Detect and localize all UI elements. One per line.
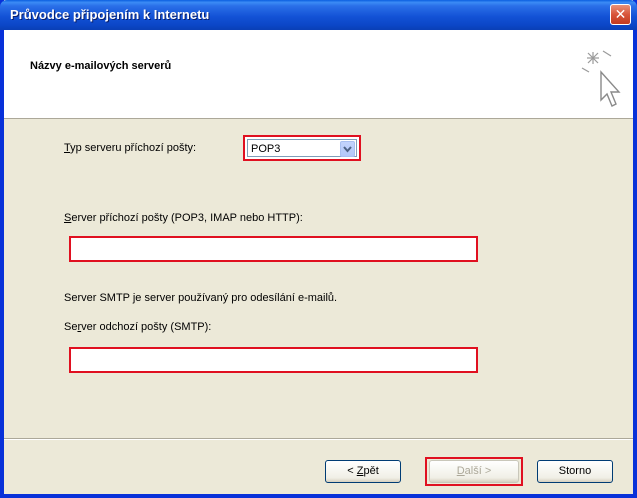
- chevron-down-icon[interactable]: [340, 141, 355, 157]
- wizard-window: Průvodce připojením k Internetu ✕ Názvy …: [0, 0, 637, 498]
- cursor-sparkle-icon: [581, 50, 621, 107]
- outgoing-label-text: ver odchozí pošty (SMTP):: [81, 321, 212, 333]
- title-bar[interactable]: Průvodce připojením k Internetu ✕: [0, 0, 637, 30]
- incoming-label-text: erver příchozí pošty (POP3, IMAP nebo HT…: [71, 212, 303, 224]
- chevron-down-glyph: [343, 146, 352, 153]
- footer-divider: [4, 438, 633, 440]
- next-label-accel: D: [456, 465, 465, 477]
- next-label-text: alší >: [464, 465, 492, 477]
- close-button[interactable]: ✕: [610, 4, 631, 25]
- outgoing-label-pre: Se: [64, 321, 78, 333]
- smtp-info-text: Server SMTP je server používaný pro odes…: [64, 292, 338, 304]
- server-type-label-text: yp serveru příchozí pošty:: [70, 142, 197, 154]
- incoming-server-label: Server příchozí pošty (POP3, IMAP nebo H…: [64, 212, 303, 224]
- outgoing-server-label: Server odchozí pošty (SMTP):: [64, 321, 211, 333]
- incoming-server-input[interactable]: [69, 236, 478, 262]
- wizard-header: Názvy e-mailových serverů: [4, 30, 633, 119]
- server-type-select-box: POP3: [247, 139, 357, 157]
- back-button[interactable]: < Zpět: [325, 460, 401, 483]
- server-type-value: POP3: [251, 143, 281, 155]
- cancel-button[interactable]: Storno: [537, 460, 613, 483]
- outgoing-server-input[interactable]: [69, 347, 478, 373]
- back-label-text: pět: [363, 465, 379, 477]
- server-type-select[interactable]: POP3: [243, 135, 361, 161]
- server-type-label: Typ serveru příchozí pošty:: [64, 142, 196, 154]
- back-label-pre: <: [347, 465, 357, 477]
- next-button[interactable]: Další >: [429, 460, 519, 483]
- window-title: Průvodce připojením k Internetu: [10, 7, 210, 22]
- page-title: Názvy e-mailových serverů: [30, 60, 172, 72]
